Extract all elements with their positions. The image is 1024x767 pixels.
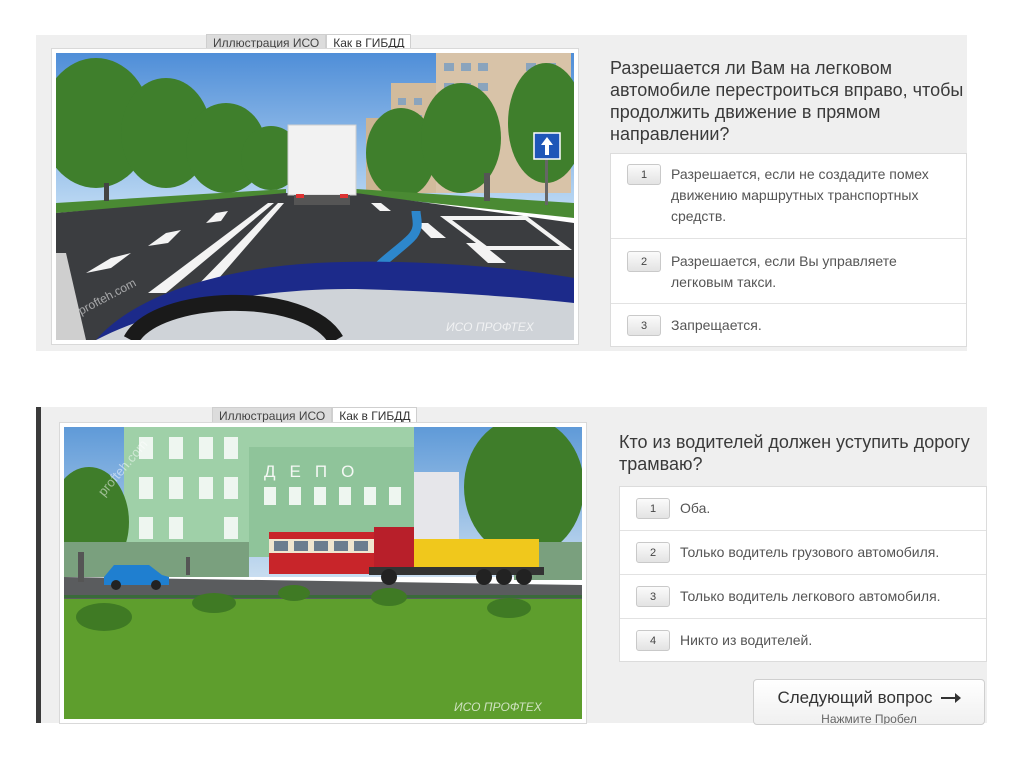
answer-number: 2 <box>627 251 661 272</box>
answer-number: 1 <box>627 164 661 185</box>
card-left-edge <box>36 407 41 723</box>
answer-option-1[interactable]: 1 Разрешается, если не создадите помех д… <box>611 154 966 239</box>
answer-option-2[interactable]: 2 Разрешается, если Вы управляете легков… <box>611 239 966 304</box>
next-question-title-row: Следующий вопрос <box>754 688 984 708</box>
answer-text: Только водитель легкового автомобиля. <box>680 588 941 604</box>
watermark-brand: ИСО ПРОФТЕХ <box>446 320 535 334</box>
answer-option-4[interactable]: 4 Никто из водителей. <box>620 619 986 661</box>
next-question-hint: Нажмите Пробел <box>821 712 917 725</box>
answer-text: Только водитель грузового автомобиля. <box>680 544 940 560</box>
answers-list-1: 1 Разрешается, если не создадите помех д… <box>610 153 967 347</box>
question-text-2: Кто из водителей должен уступить дорогу … <box>619 432 970 474</box>
answer-number: 3 <box>636 586 670 607</box>
question-card-2: Иллюстрация ИСО Как в ГИБДД ДЕПО profteh… <box>36 407 987 724</box>
answer-number: 1 <box>636 498 670 519</box>
next-question-label: Следующий вопрос <box>777 688 933 707</box>
answer-number: 3 <box>627 315 661 336</box>
answer-text: Оба. <box>680 500 711 516</box>
arrow-right-icon <box>940 693 961 703</box>
answers-list-2: 1 Оба. 2 Только водитель грузового автом… <box>619 486 987 662</box>
answer-option-3[interactable]: 3 Только водитель легкового автомобиля. <box>620 575 986 619</box>
question-text-1: Разрешается ли Вам на легковом автомобил… <box>610 58 964 144</box>
answer-text: Никто из водителей. <box>680 632 813 648</box>
watermark-brand: ИСО ПРОФТЕХ <box>454 700 543 714</box>
answer-number: 2 <box>636 542 670 563</box>
next-question-button[interactable]: Следующий вопрос Нажмите Пробел <box>753 679 985 725</box>
answer-number: 4 <box>636 630 670 651</box>
illustration-frame-2: ДЕПО profteh.com ИСО ПРОФТЕХ <box>59 422 587 724</box>
tram-illustration: ДЕПО profteh.com ИСО ПРОФТЕХ <box>64 427 582 719</box>
answer-text: Разрешается, если Вы управляете легковым… <box>671 253 897 290</box>
answer-text: Запрещается. <box>671 317 762 333</box>
answer-text: Разрешается, если не создадите помех дви… <box>671 166 929 224</box>
road-illustration: profteh.com ИСО ПРОФТЕХ <box>56 53 574 340</box>
depot-sign: ДЕПО <box>264 462 368 481</box>
answer-option-2[interactable]: 2 Только водитель грузового автомобиля. <box>620 531 986 575</box>
question-card-1: Иллюстрация ИСО Как в ГИБДД profteh.com … <box>36 34 967 351</box>
illustration-frame-1: profteh.com ИСО ПРОФТЕХ <box>51 48 579 345</box>
answer-option-1[interactable]: 1 Оба. <box>620 487 986 531</box>
answer-option-3[interactable]: 3 Запрещается. <box>611 304 966 346</box>
